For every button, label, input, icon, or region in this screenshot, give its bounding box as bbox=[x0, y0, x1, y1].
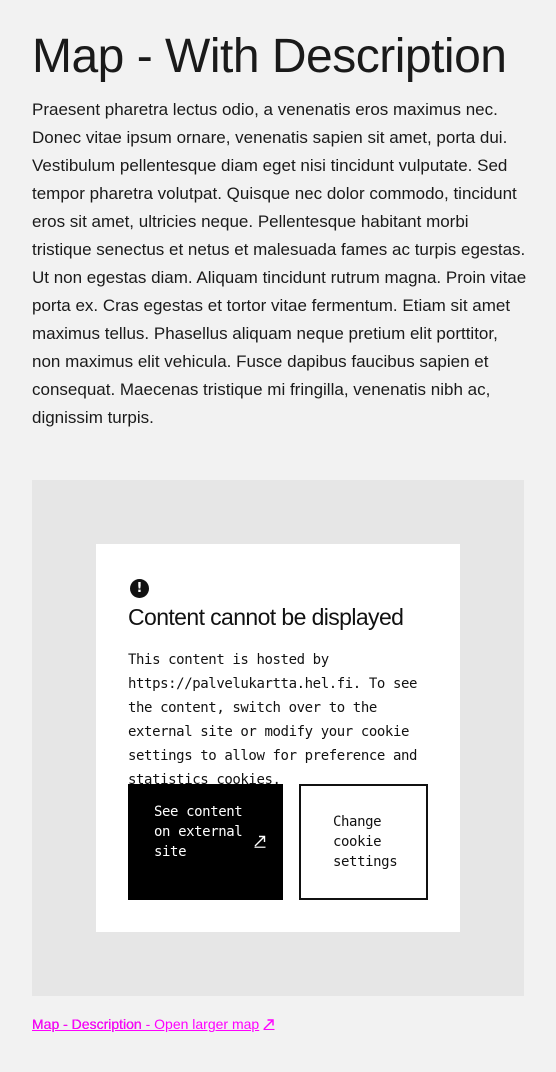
map-placeholder: ! Content cannot be displayed This conte… bbox=[32, 480, 524, 996]
open-larger-map-link[interactable]: Map - Description - Open larger map bbox=[32, 1014, 275, 1034]
open-larger-map-label: Map - Description - Open larger map bbox=[32, 1016, 260, 1032]
alert-circle-icon: ! bbox=[130, 579, 149, 598]
map-links: Map - Description Map - Description Map … bbox=[32, 1014, 352, 1034]
notice-title: Content cannot be displayed bbox=[128, 604, 404, 630]
external-link-icon bbox=[254, 835, 266, 848]
external-button-label: See content on external site bbox=[154, 804, 243, 860]
page-description: Praesent pharetra lectus odio, a venenat… bbox=[32, 100, 527, 427]
see-external-content-button[interactable]: See content on external site bbox=[128, 784, 283, 900]
content-blocked-notice: ! Content cannot be displayed This conte… bbox=[96, 544, 460, 932]
external-link-icon bbox=[263, 1019, 275, 1030]
change-cookie-settings-button[interactable]: Change cookie settings bbox=[299, 784, 428, 900]
page-title: Map - With Description bbox=[32, 30, 507, 83]
notice-body: This content is hosted by https://palvel… bbox=[128, 652, 418, 788]
cookie-button-label: Change cookie settings bbox=[333, 814, 398, 870]
